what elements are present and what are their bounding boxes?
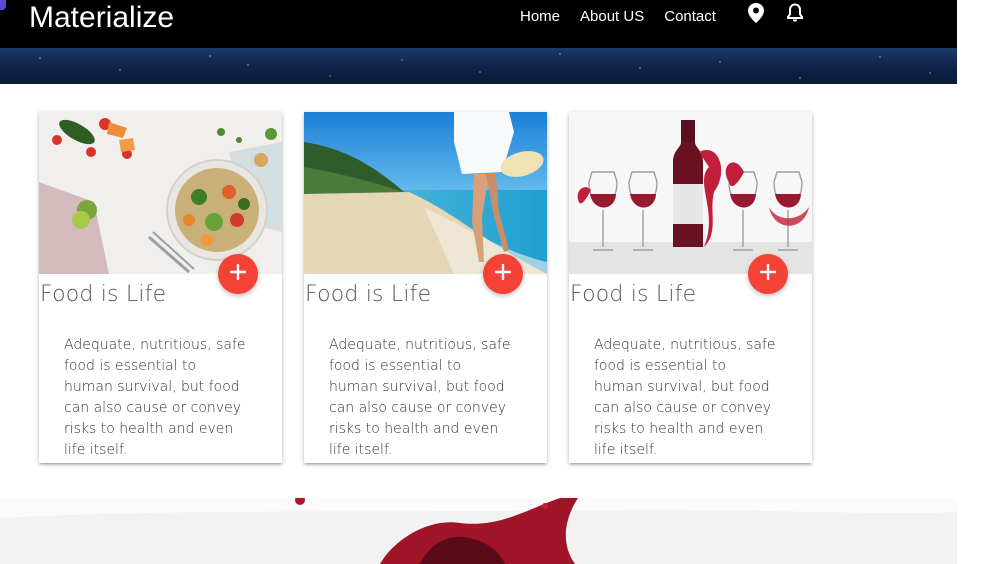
card-description: Adequate, nutritious, safe food is essen…	[329, 337, 511, 458]
starry-banner	[0, 48, 957, 84]
add-button[interactable]	[218, 254, 258, 294]
nav-links: Home About US Contact	[510, 0, 726, 34]
plus-icon	[494, 263, 512, 285]
food-bowl-photo	[39, 112, 282, 274]
wine-photo	[569, 112, 812, 274]
card-wine: Food is Life Adequate, nutritious, safe …	[569, 112, 812, 463]
wine-splash-image	[0, 498, 957, 564]
navbar: Materialize Home About US Contact	[0, 0, 957, 48]
card-beach: Food is Life Adequate, nutritious, safe …	[304, 112, 547, 463]
card-title: Food is Life	[305, 282, 432, 307]
nav-link-home[interactable]: Home	[510, 0, 570, 34]
add-button[interactable]	[748, 254, 788, 294]
card-title: Food is Life	[40, 282, 167, 307]
nav-link-contact[interactable]: Contact	[654, 0, 726, 34]
card-title: Food is Life	[570, 282, 697, 307]
bell-icon[interactable]	[785, 2, 805, 24]
brand-logo[interactable]: Materialize	[29, 0, 174, 36]
corner-accent	[0, 0, 6, 10]
plus-icon	[229, 263, 247, 285]
card-description: Adequate, nutritious, safe food is essen…	[594, 337, 776, 458]
location-pin-icon[interactable]	[746, 2, 766, 24]
beach-photo	[304, 112, 547, 274]
card-food: Food is Life Adequate, nutritious, safe …	[39, 112, 282, 463]
add-button[interactable]	[483, 254, 523, 294]
plus-icon	[759, 263, 777, 285]
nav-link-about-us[interactable]: About US	[570, 0, 654, 34]
card-description: Adequate, nutritious, safe food is essen…	[64, 337, 246, 458]
